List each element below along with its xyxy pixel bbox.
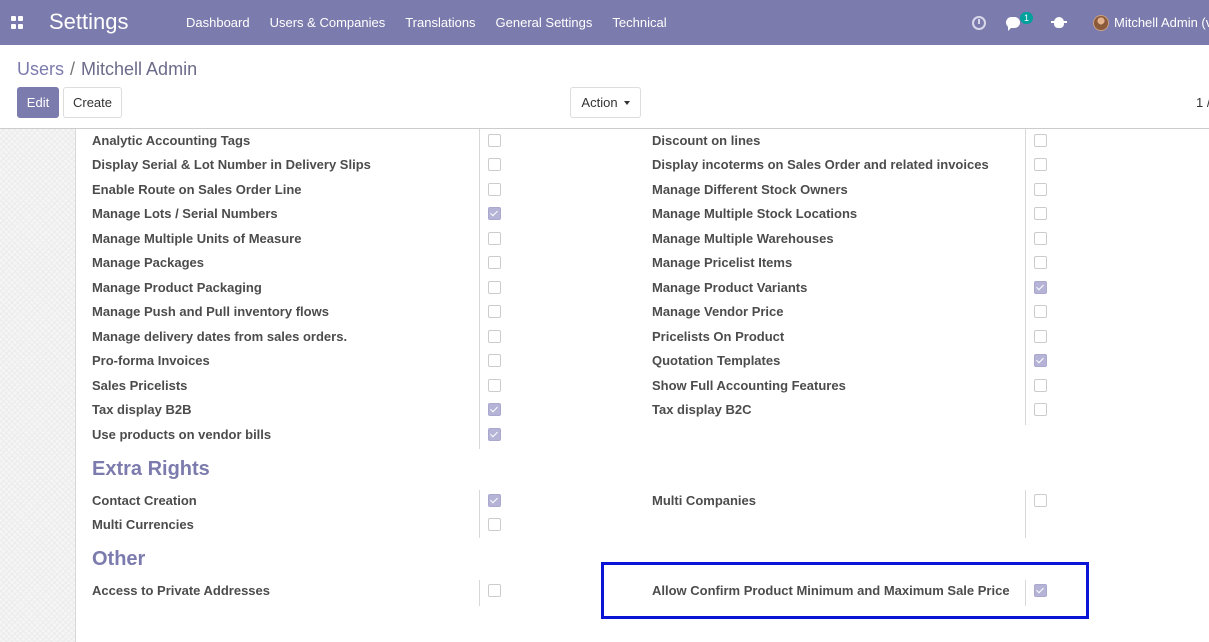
right-checkbox[interactable] xyxy=(1034,256,1047,269)
main-menu: Dashboard Users & Companies Translations… xyxy=(176,0,677,45)
right-checkbox[interactable] xyxy=(1034,183,1047,196)
right-label: Manage Product Packaging xyxy=(92,280,262,295)
right-label: Sales Pricelists xyxy=(92,378,188,393)
right-label: Discount on lines xyxy=(652,133,761,148)
user-name: Mitchell Admin (v xyxy=(1114,15,1209,30)
right-label: Multi Companies xyxy=(652,493,757,508)
right-checkbox[interactable] xyxy=(488,256,501,269)
breadcrumb-current: Mitchell Admin xyxy=(81,59,198,79)
right-checkbox[interactable] xyxy=(488,330,501,343)
right-checkbox[interactable] xyxy=(488,494,501,507)
right-label: Manage Different Stock Owners xyxy=(652,182,848,197)
right-checkbox[interactable] xyxy=(1034,354,1047,367)
messages-count-badge: 1 xyxy=(1020,12,1033,24)
column-divider xyxy=(1025,490,1026,538)
avatar xyxy=(1093,14,1109,31)
column-divider xyxy=(479,580,480,606)
menu-dashboard[interactable]: Dashboard xyxy=(176,0,260,45)
app-title: Settings xyxy=(49,9,129,34)
right-checkbox[interactable] xyxy=(488,518,501,531)
right-label: Show Full Accounting Features xyxy=(652,378,846,393)
debug-bug-icon[interactable] xyxy=(1051,0,1067,45)
action-dropdown-button[interactable]: Action xyxy=(570,87,641,118)
right-checkbox[interactable] xyxy=(1034,207,1047,220)
right-checkbox[interactable] xyxy=(488,183,501,196)
breadcrumb-users-link[interactable]: Users xyxy=(17,59,64,79)
right-label: Manage Multiple Units of Measure xyxy=(92,231,302,246)
control-panel: Users / Mitchell Admin Edit Create Action … xyxy=(0,45,1209,129)
other-heading: Other xyxy=(92,548,146,570)
apps-menu-icon[interactable] xyxy=(11,16,24,29)
menu-users-companies[interactable]: Users & Companies xyxy=(260,0,396,45)
right-checkbox[interactable] xyxy=(1034,158,1047,171)
edit-button[interactable]: Edit xyxy=(17,87,59,118)
right-label: Manage Product Variants xyxy=(652,280,808,295)
menu-technical[interactable]: Technical xyxy=(602,0,676,45)
form-sheet: Analytic Accounting Tags Display Serial … xyxy=(0,129,1209,642)
right-checkbox[interactable] xyxy=(1034,232,1047,245)
right-checkbox[interactable] xyxy=(488,379,501,392)
right-checkbox[interactable] xyxy=(488,281,501,294)
user-menu[interactable]: Mitchell Admin (v xyxy=(1093,0,1209,45)
right-label: Manage Push and Pull inventory flows xyxy=(92,304,329,319)
right-label: Manage Multiple Warehouses xyxy=(652,231,834,246)
highlight-box xyxy=(601,562,1089,619)
right-checkbox[interactable] xyxy=(488,428,501,441)
right-label: Display incoterms on Sales Order and rel… xyxy=(652,157,989,172)
right-label: Multi Currencies xyxy=(92,517,194,532)
right-label: Access to Private Addresses xyxy=(92,583,271,598)
messages-chat-icon[interactable]: 1 xyxy=(1006,0,1033,45)
sheet-background-strip xyxy=(0,129,76,642)
caret-down-icon xyxy=(623,100,630,105)
right-checkbox[interactable] xyxy=(488,207,501,220)
right-checkbox[interactable] xyxy=(488,305,501,318)
right-label: Manage Lots / Serial Numbers xyxy=(92,206,278,221)
right-checkbox[interactable] xyxy=(488,158,501,171)
right-label: Use products on vendor bills xyxy=(92,427,272,442)
column-divider xyxy=(479,490,480,538)
right-label: Display Serial & Lot Number in Delivery … xyxy=(92,157,371,172)
column-divider xyxy=(479,129,480,449)
create-button[interactable]: Create xyxy=(63,87,122,118)
right-checkbox[interactable] xyxy=(1034,494,1047,507)
right-label: Pro-forma Invoices xyxy=(92,353,210,368)
right-label: Manage delivery dates from sales orders. xyxy=(92,329,348,344)
column-divider xyxy=(1025,129,1026,425)
right-label: Tax display B2C xyxy=(652,402,752,417)
right-checkbox[interactable] xyxy=(1034,403,1047,416)
menu-translations[interactable]: Translations xyxy=(395,0,485,45)
right-checkbox[interactable] xyxy=(1034,379,1047,392)
pager-value[interactable]: 1 / xyxy=(1196,95,1209,110)
right-label: Enable Route on Sales Order Line xyxy=(92,182,302,197)
extra-rights-heading: Extra Rights xyxy=(92,458,210,480)
right-label: Tax display B2B xyxy=(92,402,192,417)
right-label: Pricelists On Product xyxy=(652,329,785,344)
right-checkbox[interactable] xyxy=(488,584,501,597)
right-checkbox[interactable] xyxy=(488,232,501,245)
right-label: Contact Creation xyxy=(92,493,197,508)
right-label: Manage Vendor Price xyxy=(652,304,784,319)
breadcrumb: Users / Mitchell Admin xyxy=(17,59,197,80)
right-label: Analytic Accounting Tags xyxy=(92,133,251,148)
right-label: Manage Multiple Stock Locations xyxy=(652,206,858,221)
right-label: Manage Packages xyxy=(92,255,205,270)
right-label: Quotation Templates xyxy=(652,353,781,368)
right-checkbox[interactable] xyxy=(1034,281,1047,294)
right-checkbox[interactable] xyxy=(488,403,501,416)
top-navbar: Settings Dashboard Users & Companies Tra… xyxy=(0,0,1209,45)
right-label: Manage Pricelist Items xyxy=(652,255,793,270)
right-checkbox[interactable] xyxy=(1034,134,1047,147)
breadcrumb-separator: / xyxy=(70,59,76,79)
action-label: Action xyxy=(581,95,618,110)
right-checkbox[interactable] xyxy=(1034,305,1047,318)
menu-general-settings[interactable]: General Settings xyxy=(486,0,603,45)
right-checkbox[interactable] xyxy=(488,354,501,367)
right-checkbox[interactable] xyxy=(488,134,501,147)
activity-clock-icon[interactable] xyxy=(972,0,986,45)
right-checkbox[interactable] xyxy=(1034,330,1047,343)
